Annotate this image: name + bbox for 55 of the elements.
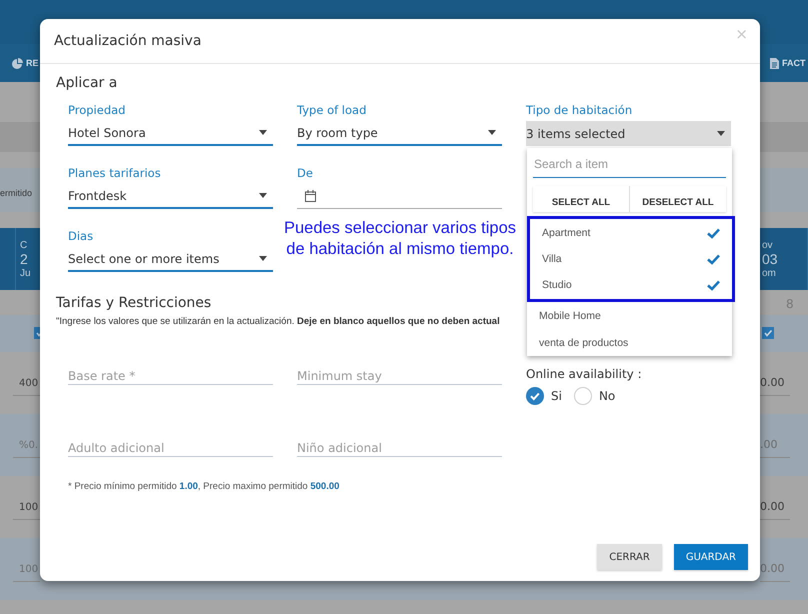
dropdown-select[interactable]: By room type	[297, 121, 502, 146]
section-heading: Aplicar a	[56, 75, 118, 91]
table-text: ermitido	[0, 188, 32, 198]
input-field[interactable]: Base rate *	[68, 349, 273, 385]
column-header-text: Ju	[20, 266, 32, 280]
select-all-button[interactable]: SELECT ALL	[533, 186, 630, 212]
calendar-icon	[305, 190, 316, 202]
pie-chart-icon	[12, 58, 23, 68]
footnote-text: * Precio mínimo permitido 1.00, Precio maximo permitido 500.00	[68, 481, 340, 492]
select-value: Frontdesk	[68, 188, 127, 202]
close-button[interactable]: CERRAR	[597, 544, 662, 570]
column-header-text: 03	[762, 252, 779, 266]
field-label: Propiedad	[68, 102, 126, 119]
column-header-text: om	[762, 266, 777, 280]
checkbox[interactable]	[762, 327, 774, 339]
field-label: De	[297, 165, 314, 182]
save-button[interactable]: GUARDAR	[674, 544, 748, 570]
field-label: Online availability :	[526, 367, 643, 381]
caret-icon	[717, 131, 725, 136]
input-field[interactable]: Adulto adicional	[68, 421, 273, 457]
input-field[interactable]: Minimum stay	[297, 349, 502, 385]
document-icon	[770, 58, 779, 68]
field-label: Planes tarifarios	[68, 165, 162, 182]
field-label: Dias	[68, 228, 94, 245]
select-value: By room type	[297, 126, 378, 140]
section-heading: Tarifas y Restricciones	[56, 295, 212, 311]
list-item[interactable]: Apartment	[530, 220, 732, 246]
column-header-text: ov	[762, 238, 774, 252]
radio-button[interactable]: No	[574, 387, 616, 405]
list-item[interactable]: Mobile Home	[527, 302, 732, 329]
field-label: Tipo de habitación	[526, 102, 634, 119]
dropdown-select[interactable]: Select one or more items	[68, 247, 273, 272]
field-label: Type of load	[297, 102, 368, 119]
caret-icon	[259, 193, 267, 198]
dropdown-select[interactable]: Hotel Sonora	[68, 121, 273, 146]
annotation-text: Puedes seleccionar varios tipos de habitación al mismo tiempo.	[282, 218, 518, 260]
multi-select[interactable]: 3 items selected	[526, 121, 731, 146]
dropdown-select[interactable]: Frontdesk	[68, 184, 273, 209]
nav-label[interactable]: RE	[26, 58, 39, 68]
list-item[interactable]: Studio	[530, 272, 732, 298]
caret-icon	[488, 130, 496, 135]
select-value: 3 items selected	[526, 126, 626, 140]
caret-icon	[259, 256, 267, 261]
list-item[interactable]: venta de productos	[527, 329, 732, 356]
select-all-button[interactable]: DESELECT ALL	[630, 186, 726, 212]
caret-icon	[259, 130, 267, 135]
select-value: Select one or more items	[68, 252, 220, 266]
nav-label[interactable]: FACT	[782, 58, 806, 68]
input-field[interactable]: Niño adicional	[297, 421, 502, 457]
instruction-text: "Ingrese los valores que se utilizarán en la actualización. Deje en blanco aquellos que no deben actual	[56, 316, 501, 327]
column-header-text: C	[20, 238, 28, 252]
select-value: Hotel Sonora	[68, 126, 146, 140]
column-header-text: 2	[20, 252, 29, 266]
dialog-title: Actualización masiva	[54, 33, 202, 49]
list-item[interactable]: Villa	[530, 246, 732, 272]
